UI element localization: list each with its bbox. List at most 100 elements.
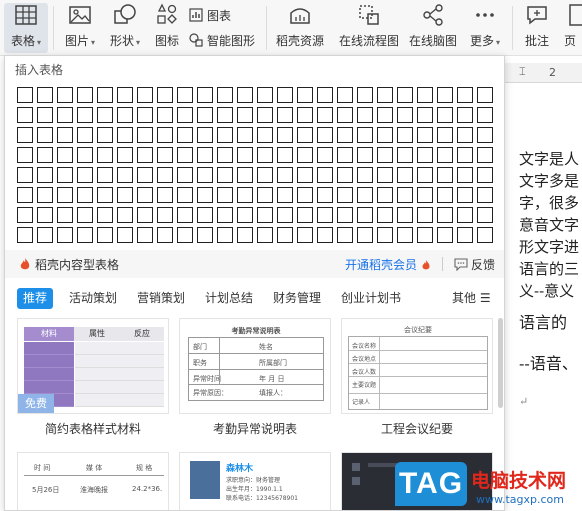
grid-cell[interactable] [337, 87, 353, 103]
grid-cell[interactable] [117, 127, 133, 143]
grid-cell[interactable] [317, 87, 333, 103]
grid-cell[interactable] [297, 207, 313, 223]
grid-cell[interactable] [57, 87, 73, 103]
daoke-table-link[interactable]: 稻壳内容型表格 [19, 256, 119, 273]
grid-cell[interactable] [17, 87, 33, 103]
grid-cell[interactable] [417, 127, 433, 143]
tab-other[interactable]: 其他 ☰ [452, 288, 491, 309]
grid-cell[interactable] [217, 127, 233, 143]
grid-cell[interactable] [437, 147, 453, 163]
grid-cell[interactable] [197, 167, 213, 183]
grid-cell[interactable] [77, 87, 93, 103]
grid-cell[interactable] [297, 107, 313, 123]
grid-cell[interactable] [17, 107, 33, 123]
grid-cell[interactable] [297, 187, 313, 203]
grid-cell[interactable] [77, 147, 93, 163]
grid-cell[interactable] [157, 147, 173, 163]
grid-cell[interactable] [437, 207, 453, 223]
grid-cell[interactable] [97, 187, 113, 203]
grid-cell[interactable] [237, 207, 253, 223]
grid-cell[interactable] [157, 227, 173, 243]
grid-cell[interactable] [217, 167, 233, 183]
grid-cell[interactable] [157, 187, 173, 203]
grid-cell[interactable] [417, 107, 433, 123]
grid-cell[interactable] [377, 227, 393, 243]
grid-cell[interactable] [277, 147, 293, 163]
grid-cell[interactable] [457, 207, 473, 223]
grid-cell[interactable] [177, 187, 193, 203]
grid-cell[interactable] [137, 187, 153, 203]
tab-recommended[interactable]: 推荐 [17, 288, 54, 309]
grid-cell[interactable] [177, 207, 193, 223]
grid-cell[interactable] [17, 227, 33, 243]
grid-cell[interactable] [117, 87, 133, 103]
grid-cell[interactable] [157, 107, 173, 123]
online-mindmap-button[interactable]: 在线脑图 [405, 3, 461, 53]
grid-cell[interactable] [317, 227, 333, 243]
grid-cell[interactable] [157, 167, 173, 183]
daoke-resource-button[interactable]: 稻壳资源 [272, 3, 328, 53]
grid-cell[interactable] [257, 107, 273, 123]
icon-button[interactable]: 图标 [150, 3, 184, 53]
grid-cell[interactable] [297, 147, 313, 163]
panel-scrollbar[interactable] [498, 318, 503, 408]
grid-cell[interactable] [317, 127, 333, 143]
grid-cell[interactable] [437, 127, 453, 143]
tab-business-plan[interactable]: 创业计划书 [335, 288, 407, 309]
grid-cell[interactable] [37, 187, 53, 203]
grid-cell[interactable] [37, 127, 53, 143]
grid-cell[interactable] [137, 107, 153, 123]
grid-cell[interactable] [197, 187, 213, 203]
grid-cell[interactable] [177, 127, 193, 143]
grid-cell[interactable] [337, 187, 353, 203]
grid-cell[interactable] [377, 87, 393, 103]
grid-cell[interactable] [157, 207, 173, 223]
grid-cell[interactable] [377, 127, 393, 143]
grid-cell[interactable] [477, 187, 493, 203]
smart-shape-button[interactable]: 智能图形 [188, 32, 255, 50]
grid-cell[interactable] [117, 207, 133, 223]
grid-cell[interactable] [57, 207, 73, 223]
grid-cell[interactable] [317, 167, 333, 183]
grid-cell[interactable] [137, 87, 153, 103]
grid-cell[interactable] [417, 87, 433, 103]
grid-cell[interactable] [277, 207, 293, 223]
grid-cell[interactable] [137, 207, 153, 223]
grid-cell[interactable] [77, 167, 93, 183]
grid-cell[interactable] [137, 147, 153, 163]
grid-cell[interactable] [57, 167, 73, 183]
grid-cell[interactable] [77, 227, 93, 243]
grid-cell[interactable] [17, 147, 33, 163]
feedback-button[interactable]: 反馈 [454, 256, 495, 273]
grid-cell[interactable] [437, 87, 453, 103]
grid-cell[interactable] [397, 87, 413, 103]
grid-cell[interactable] [337, 207, 353, 223]
grid-cell[interactable] [457, 107, 473, 123]
grid-cell[interactable] [277, 107, 293, 123]
grid-cell[interactable] [17, 127, 33, 143]
grid-cell[interactable] [357, 147, 373, 163]
grid-cell[interactable] [397, 107, 413, 123]
grid-cell[interactable] [37, 207, 53, 223]
grid-cell[interactable] [357, 167, 373, 183]
grid-cell[interactable] [117, 167, 133, 183]
grid-cell[interactable] [37, 147, 53, 163]
grid-cell[interactable] [77, 207, 93, 223]
template-label[interactable]: 考勤异常说明表 [179, 420, 331, 437]
template-card-media-schedule[interactable]: 时 间 媒 体 规 格 5月26日 淮海晚报 24.2*36. [17, 452, 169, 510]
grid-cell[interactable] [257, 127, 273, 143]
grid-cell[interactable] [97, 167, 113, 183]
grid-cell[interactable] [417, 167, 433, 183]
grid-cell[interactable] [217, 187, 233, 203]
open-vip-link[interactable]: 开通稻壳会员 [345, 256, 431, 273]
grid-cell[interactable] [297, 167, 313, 183]
grid-cell[interactable] [277, 127, 293, 143]
grid-cell[interactable] [257, 187, 273, 203]
grid-cell[interactable] [317, 107, 333, 123]
grid-cell[interactable] [17, 167, 33, 183]
grid-cell[interactable] [237, 127, 253, 143]
grid-cell[interactable] [357, 187, 373, 203]
grid-cell[interactable] [57, 227, 73, 243]
grid-cell[interactable] [117, 187, 133, 203]
template-card-resume[interactable]: 森林木 求职意向：财务管理 出生年月：1990.1.1 联系电话：1234567… [179, 452, 331, 510]
